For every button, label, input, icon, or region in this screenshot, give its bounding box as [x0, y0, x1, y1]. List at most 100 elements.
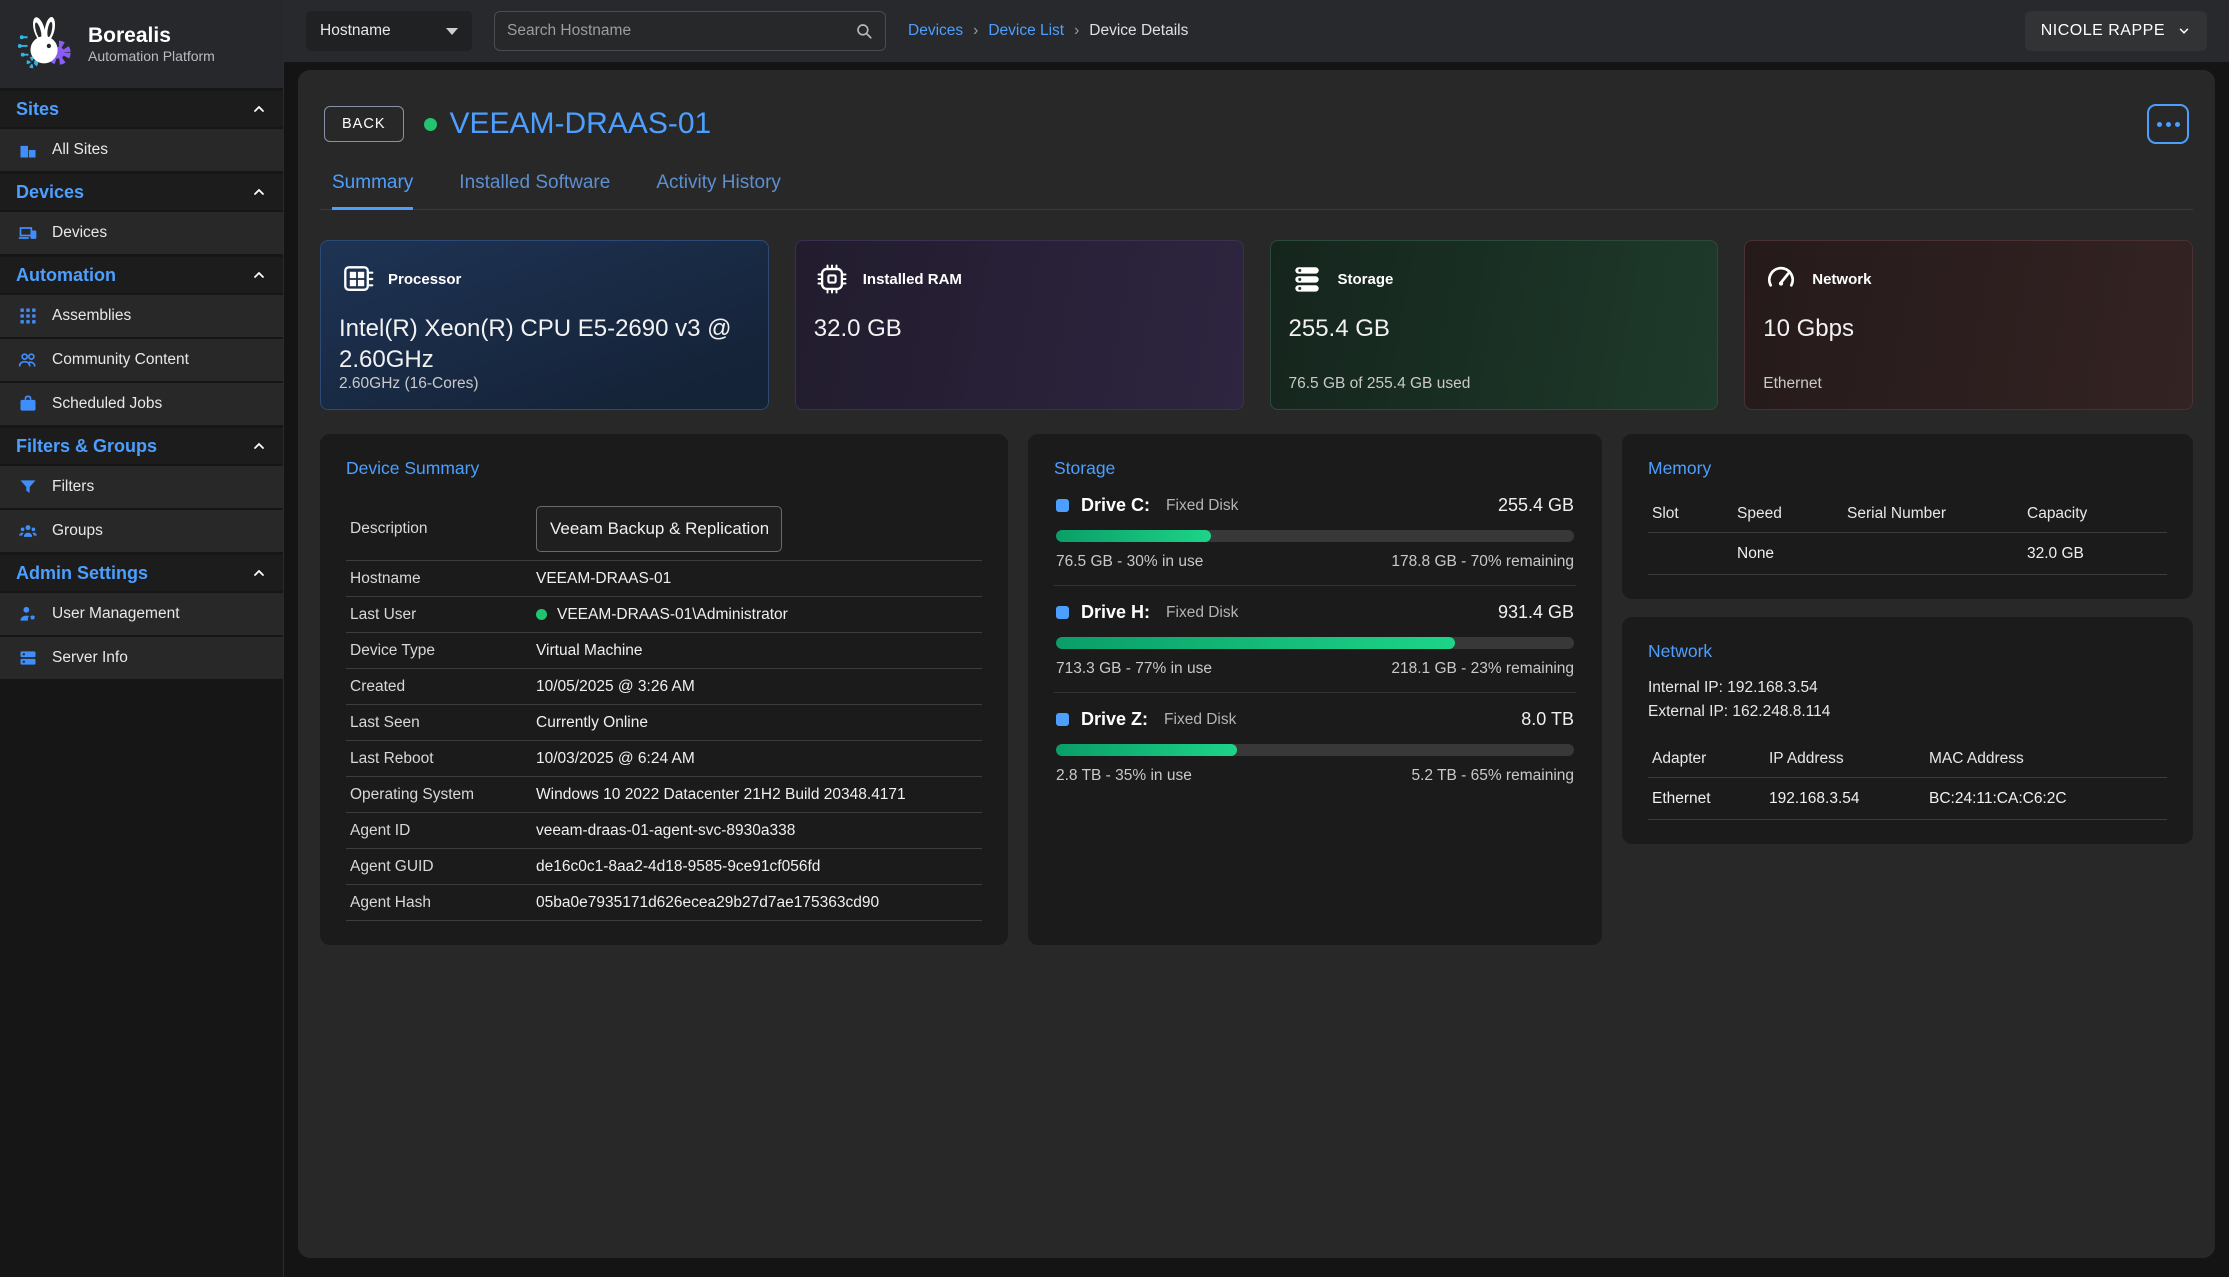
right-column: Memory Slot Speed Serial Number Capacity: [1622, 434, 2193, 945]
card-value: 255.4 GB: [1289, 313, 1700, 344]
online-status-dot: [424, 118, 437, 131]
device-title-wrap: VEEAM-DRAAS-01: [424, 107, 712, 141]
row-label: Agent ID: [350, 822, 536, 840]
sidebar-item-all-sites[interactable]: All Sites: [0, 127, 283, 171]
row-label: Operating System: [350, 786, 536, 804]
panel-title: Device Summary: [346, 458, 982, 479]
internal-ip: Internal IP: 192.168.3.54: [1648, 676, 2167, 700]
tab-installed-software[interactable]: Installed Software: [459, 172, 610, 209]
sidebar-section-label: Admin Settings: [16, 563, 251, 584]
briefcase-icon: [18, 394, 38, 414]
storage-panel: Storage Drive C: Fixed Disk 255.4 GB 76.…: [1028, 434, 1602, 945]
panels-row: Device Summary Description Hostname VEEA…: [320, 434, 2193, 945]
row-value: Currently Online: [536, 714, 648, 732]
filter-field-select[interactable]: Hostname: [306, 11, 472, 51]
sidebar-section-label: Sites: [16, 99, 251, 120]
card-value: Intel(R) Xeon(R) CPU E5-2690 v3 @ 2.60GH…: [339, 313, 750, 375]
sidebar-item-community-content[interactable]: Community Content: [0, 337, 283, 381]
cell-mac: BC:24:11:CA:C6:2C: [1929, 790, 2163, 808]
chevron-up-icon: [251, 101, 267, 117]
column-header: IP Address: [1769, 750, 1929, 768]
sidebar-item-filters[interactable]: Filters: [0, 464, 283, 508]
more-actions-button[interactable]: [2147, 104, 2189, 144]
breadcrumb-link-devices[interactable]: Devices: [908, 22, 963, 40]
sidebar-section-automation[interactable]: Automation: [0, 257, 283, 293]
sidebar-item-scheduled-jobs[interactable]: Scheduled Jobs: [0, 381, 283, 425]
people-icon: [18, 350, 38, 370]
description-input[interactable]: [536, 506, 782, 552]
external-ip: External IP: 162.248.8.114: [1648, 700, 2167, 724]
card-title: Installed RAM: [863, 271, 962, 288]
column-header: Serial Number: [1847, 505, 2027, 523]
cell-adapter: Ethernet: [1652, 790, 1769, 808]
breadcrumb-link-device-list[interactable]: Device List: [988, 22, 1064, 40]
cell-capacity: 32.0 GB: [2027, 545, 2163, 563]
search-icon: [855, 22, 873, 40]
devices-icon: [18, 223, 38, 243]
table-row: Operating System Windows 10 2022 Datacen…: [346, 777, 982, 813]
sidebar-item-server-info[interactable]: Server Info: [0, 635, 283, 679]
topbar: Hostname Devices › Device List › Device …: [284, 0, 2229, 62]
breadcrumb: Devices › Device List › Device Details: [908, 22, 1188, 40]
grid-icon: [18, 306, 38, 326]
row-value: Windows 10 2022 Datacenter 21H2 Build 20…: [536, 786, 906, 804]
table-row: Device Type Virtual Machine: [346, 633, 982, 669]
sidebar-item-label: Devices: [52, 224, 107, 242]
search-input[interactable]: [507, 22, 855, 40]
borealis-rabbit-logo-icon: [14, 15, 76, 73]
sidebar-item-assemblies[interactable]: Assemblies: [0, 293, 283, 337]
main-column: Hostname Devices › Device List › Device …: [284, 0, 2229, 1277]
row-label: Device Type: [350, 642, 536, 660]
table-row: Last Reboot 10/03/2025 @ 6:24 AM: [346, 741, 982, 777]
table-row: None 32.0 GB: [1648, 533, 2167, 575]
card-footer: [814, 375, 1225, 393]
drive-size: 255.4 GB: [1498, 495, 1574, 516]
panel-title: Network: [1648, 641, 2167, 662]
card-value: 32.0 GB: [814, 313, 1225, 344]
row-label: Last User: [350, 606, 536, 624]
sidebar: Borealis Automation Platform Sites All S…: [0, 0, 284, 1277]
chevron-up-icon: [251, 438, 267, 454]
drive-remaining-text: 178.8 GB - 70% remaining: [1391, 553, 1574, 571]
table-row: Description: [346, 497, 982, 561]
panel-title: Storage: [1054, 458, 1576, 479]
tab-activity-history[interactable]: Activity History: [656, 172, 781, 209]
sidebar-item-label: Filters: [52, 478, 94, 496]
device-summary-panel: Device Summary Description Hostname VEEA…: [320, 434, 1008, 945]
breadcrumb-current: Device Details: [1089, 22, 1188, 40]
user-gear-icon: [18, 604, 38, 624]
back-button[interactable]: BACK: [324, 106, 404, 142]
row-value: Virtual Machine: [536, 642, 643, 660]
sidebar-section-devices[interactable]: Devices: [0, 174, 283, 210]
tab-summary[interactable]: Summary: [332, 172, 413, 210]
content-area: BACK VEEAM-DRAAS-01 Summary Installed So…: [284, 62, 2229, 1277]
storage-card: Storage 255.4 GB 76.5 GB of 255.4 GB use…: [1270, 240, 1719, 410]
chevron-up-icon: [251, 565, 267, 581]
row-value: de16c0c1-8aa2-4d18-9585-9ce91cf056fd: [536, 858, 820, 876]
drive-row: Drive H: Fixed Disk 931.4 GB 713.3 GB - …: [1054, 586, 1576, 693]
brand-logo-block: Borealis Automation Platform: [0, 0, 283, 88]
card-footer: Ethernet: [1763, 375, 2174, 393]
online-status-dot: [536, 609, 547, 620]
sidebar-item-groups[interactable]: Groups: [0, 508, 283, 552]
sidebar-item-devices[interactable]: Devices: [0, 210, 283, 254]
sidebar-section-sites[interactable]: Sites: [0, 91, 283, 127]
app-root: Borealis Automation Platform Sites All S…: [0, 0, 2229, 1277]
search-box[interactable]: [494, 11, 886, 51]
sidebar-item-user-management[interactable]: User Management: [0, 591, 283, 635]
device-summary-table: Description Hostname VEEAM-DRAAS-01 Last…: [346, 497, 982, 921]
sidebar-item-label: User Management: [52, 605, 180, 623]
row-label: Created: [350, 678, 536, 696]
column-header: Slot: [1652, 505, 1737, 523]
chevron-up-icon: [251, 267, 267, 283]
card-title: Network: [1812, 271, 1871, 288]
table-row: Last User VEEAM-DRAAS-01\Administrator: [346, 597, 982, 633]
row-label: Agent GUID: [350, 858, 536, 876]
sidebar-section-filters-groups[interactable]: Filters & Groups: [0, 428, 283, 464]
device-header: BACK VEEAM-DRAAS-01: [320, 104, 2193, 144]
chevron-down-icon: [2177, 24, 2191, 38]
processor-card: Processor Intel(R) Xeon(R) CPU E5-2690 v…: [320, 240, 769, 410]
column-header: Adapter: [1652, 750, 1769, 768]
sidebar-section-admin-settings[interactable]: Admin Settings: [0, 555, 283, 591]
user-menu-button[interactable]: NICOLE RAPPE: [2025, 11, 2207, 51]
